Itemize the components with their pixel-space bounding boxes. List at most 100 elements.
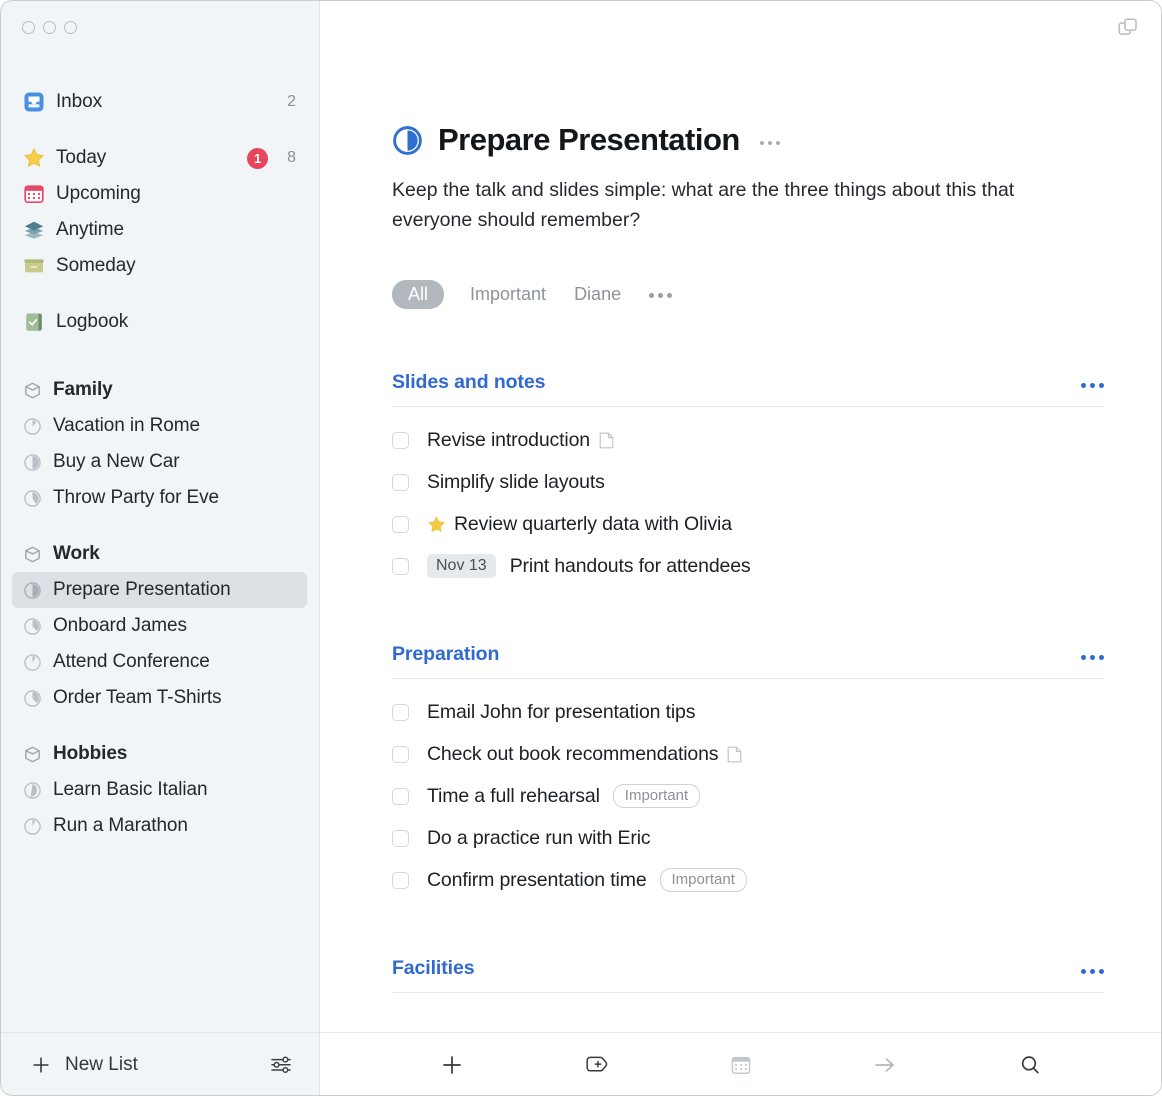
minimize-button[interactable] [43, 21, 56, 34]
section-slides-and-notes: Slides and notes Revise introduction Sim… [392, 371, 1104, 587]
section-header: Slides and notes [392, 371, 1104, 407]
todo-row[interactable]: Email John for presentation tips [392, 691, 1104, 733]
todo-checkbox[interactable] [392, 515, 409, 533]
sidebar-item-inbox[interactable]: Inbox 2 [12, 84, 307, 120]
sidebar-item-today[interactable]: Today 1 8 [12, 140, 307, 176]
todo-checkbox[interactable] [392, 557, 409, 575]
sidebar-item-buy-a-new-car[interactable]: Buy a New Car [12, 444, 307, 480]
star-icon [23, 147, 45, 169]
todo-title: Print handouts for attendees [509, 554, 751, 577]
project-progress-icon [23, 489, 42, 508]
note-icon [727, 746, 742, 763]
new-heading-button[interactable] [577, 1045, 617, 1085]
project-notes[interactable]: Keep the talk and slides simple: what ar… [392, 175, 1052, 235]
tab-all[interactable]: All [392, 280, 445, 309]
todo-tag[interactable]: Important [659, 868, 747, 892]
move-button[interactable] [865, 1045, 905, 1085]
sliders-icon[interactable] [269, 1054, 293, 1076]
project-progress-icon [23, 617, 42, 636]
todo-row[interactable]: Revise introduction [392, 419, 1104, 461]
todo-title: Revise introduction [427, 428, 590, 451]
sidebar-area-family[interactable]: Family [12, 372, 307, 408]
project-progress-icon [23, 417, 42, 436]
todo-title: Check out book recommendations [427, 742, 719, 765]
search-button[interactable] [1010, 1045, 1050, 1085]
sidebar-item-count: 2 [287, 93, 296, 110]
section-header: Facilities [392, 957, 1104, 993]
when-button[interactable] [721, 1045, 761, 1085]
sidebar-footer: New List [0, 1032, 320, 1096]
project-more-icon[interactable] [759, 141, 780, 145]
app-window: Inbox 2 Today 1 8 Upcoming Anytime Somed… [0, 0, 1162, 1096]
new-list-button[interactable]: New List [30, 1054, 138, 1076]
sidebar-item-label: Today [56, 147, 107, 168]
todo-row[interactable]: Confirm presentation time Important [392, 859, 1104, 901]
sidebar-item-prepare-presentation[interactable]: Prepare Presentation [12, 572, 307, 608]
section-more-icon[interactable] [1081, 383, 1104, 388]
tab-important[interactable]: Important [468, 280, 548, 309]
sidebar-item-onboard-james[interactable]: Onboard James [12, 608, 307, 644]
todo-checkbox[interactable] [392, 787, 409, 805]
new-todo-button[interactable] [432, 1045, 472, 1085]
sidebar-item-label: Run a Marathon [53, 815, 188, 836]
todo-checkbox[interactable] [392, 829, 409, 847]
todo-row[interactable]: Do a practice run with Eric [392, 817, 1104, 859]
sidebar-item-upcoming[interactable]: Upcoming [12, 176, 307, 212]
window-controls [0, 0, 319, 50]
todo-row[interactable]: Check out book recommendations [392, 733, 1104, 775]
sidebar-item-order-team-t-shirts[interactable]: Order Team T-Shirts [12, 680, 307, 716]
sidebar-item-label: Inbox [56, 91, 102, 112]
todo-tag[interactable]: Important [612, 784, 701, 808]
todo-checkbox[interactable] [392, 745, 409, 763]
sidebar-item-someday[interactable]: Someday [12, 248, 307, 284]
sidebar-area-hobbies[interactable]: Hobbies [12, 736, 307, 772]
todo-checkbox[interactable] [392, 703, 409, 721]
sidebar-item-label: Someday [56, 255, 136, 276]
sidebar-area-label: Work [53, 543, 100, 564]
section-header: Preparation [392, 643, 1104, 679]
sidebar-nav: Inbox 2 Today 1 8 Upcoming Anytime Somed… [0, 50, 319, 844]
todo-row[interactable]: Nov 13 Print handouts for attendees [392, 545, 1104, 587]
section-more-icon[interactable] [1081, 969, 1104, 974]
sidebar-item-label: Onboard James [53, 615, 187, 636]
sidebar-item-anytime[interactable]: Anytime [12, 212, 307, 248]
box-icon [23, 255, 45, 277]
sidebar-item-label: Throw Party for Eve [53, 487, 219, 508]
todo-row[interactable]: Time a full rehearsal Important [392, 775, 1104, 817]
todo-checkbox[interactable] [392, 473, 409, 491]
area-icon [23, 745, 42, 764]
main-toolbar-top [320, 0, 1162, 50]
sidebar-area-label: Hobbies [53, 743, 128, 764]
sidebar-item-run-a-marathon[interactable]: Run a Marathon [12, 808, 307, 844]
close-button[interactable] [22, 21, 35, 34]
zoom-button[interactable] [64, 21, 77, 34]
todo-title: Time a full rehearsal [427, 784, 600, 807]
sidebar-item-learn-basic-italian[interactable]: Learn Basic Italian [12, 772, 307, 808]
sidebar-item-throw-party-for-eve[interactable]: Throw Party for Eve [12, 480, 307, 516]
sidebar-area-work[interactable]: Work [12, 536, 307, 572]
todo-checkbox[interactable] [392, 431, 409, 449]
section-title: Preparation [392, 643, 500, 665]
todo-date-badge[interactable]: Nov 13 [427, 554, 496, 578]
tab-diane[interactable]: Diane [572, 280, 623, 309]
project-progress-icon [392, 125, 423, 156]
sidebar-item-label: Order Team T-Shirts [53, 687, 222, 708]
section-title: Slides and notes [392, 371, 546, 393]
filter-more-icon[interactable] [649, 293, 673, 298]
sidebar-item-label: Learn Basic Italian [53, 779, 208, 800]
todo-title: Do a practice run with Eric [427, 826, 651, 849]
todo-row[interactable]: Simplify slide layouts [392, 461, 1104, 503]
sidebar-item-logbook[interactable]: Logbook [12, 304, 307, 340]
section-more-icon[interactable] [1081, 655, 1104, 660]
new-list-label: New List [65, 1053, 138, 1075]
sidebar-item-label: Logbook [56, 311, 129, 332]
sidebar-item-vacation-in-rome[interactable]: Vacation in Rome [12, 408, 307, 444]
todo-row[interactable]: Review quarterly data with Olivia [392, 503, 1104, 545]
sidebar-item-attend-conference[interactable]: Attend Conference [12, 644, 307, 680]
todo-checkbox[interactable] [392, 871, 409, 889]
split-view-icon[interactable] [1116, 16, 1140, 40]
page-title: Prepare Presentation [438, 122, 740, 157]
plus-icon [30, 1054, 52, 1076]
